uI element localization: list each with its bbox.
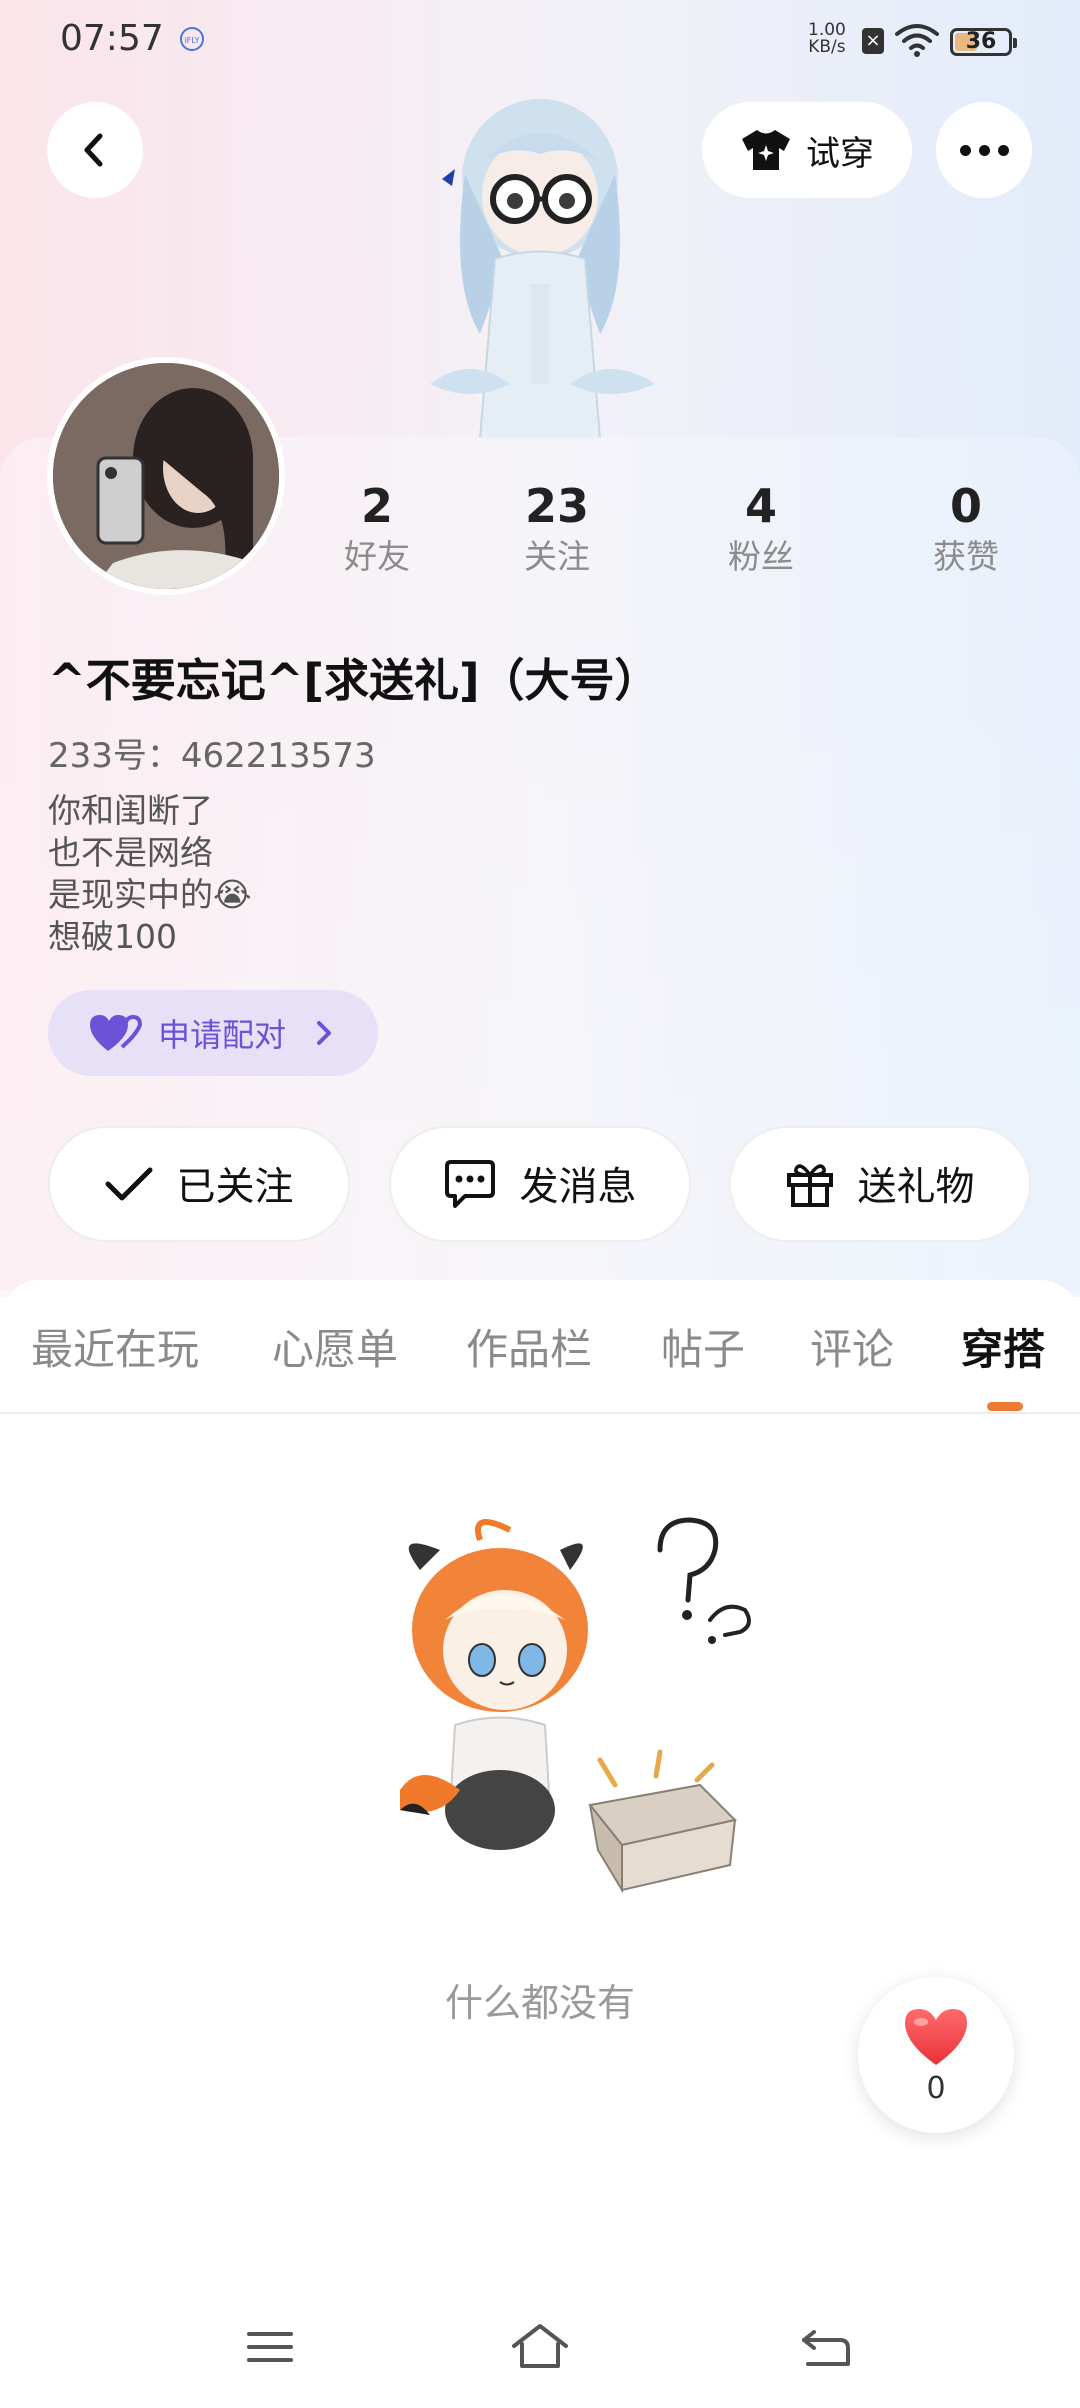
battery-level: 36 [965, 29, 997, 54]
bio-line: 想破100 [48, 917, 177, 956]
bio-line: 你和闺断了 [48, 791, 213, 830]
avatar[interactable] [47, 357, 285, 595]
user-id[interactable]: 233号：462213573 [48, 728, 376, 777]
try-on-label: 试穿 [806, 133, 874, 174]
battery-icon: 36 [950, 28, 1017, 56]
send-gift-button[interactable]: 送礼物 [729, 1126, 1031, 1242]
bio: 你和闺断了 也不是网络 是现实中的😭 想破100 [48, 790, 252, 958]
send-message-label: 发消息 [519, 1165, 637, 1210]
avatar-photo [53, 363, 279, 589]
tshirt-icon [742, 130, 790, 170]
stat-label: 好友 [344, 537, 410, 576]
try-on-button[interactable]: 试穿 [702, 102, 912, 198]
stat-label: 粉丝 [728, 537, 794, 576]
network-speed: 1.00 KB/s [808, 22, 846, 56]
stat-value: 2 [360, 479, 393, 533]
stat-friends[interactable]: 2 好友 [307, 478, 447, 580]
tab-works[interactable]: 作品栏 [466, 1316, 592, 1377]
apply-pair-label: 申请配对 [158, 1016, 287, 1054]
stat-likes[interactable]: 0 获赞 [896, 478, 1036, 580]
chevron-right-icon [317, 1021, 332, 1045]
network-speed-unit: KB/s [808, 37, 846, 57]
home-icon[interactable] [510, 2322, 570, 2372]
followed-button[interactable]: 已关注 [48, 1126, 350, 1242]
more-dots-icon [959, 144, 1009, 156]
more-button[interactable] [936, 102, 1032, 198]
followed-label: 已关注 [176, 1165, 294, 1210]
check-icon [105, 1167, 153, 1201]
chevron-left-icon [84, 133, 103, 167]
status-time: 07:57 [60, 18, 164, 59]
tab-outfits[interactable]: 穿搭 [961, 1316, 1045, 1377]
bio-line: 也不是网络 [48, 833, 213, 872]
back-button[interactable] [47, 102, 143, 198]
like-button[interactable]: 0 [858, 1977, 1014, 2133]
chat-bubble-icon [445, 1160, 496, 1208]
status-bar: 07:57 iFLY 1.00 KB/s × 36 [0, 0, 1080, 80]
stat-value: 0 [949, 479, 982, 533]
system-navigation-bar [0, 2300, 1080, 2408]
avatar-character-image [430, 99, 655, 439]
divider [0, 1412, 1080, 1414]
stat-fans[interactable]: 4 粉丝 [691, 478, 831, 580]
empty-state-illustration [400, 1517, 751, 1894]
send-gift-label: 送礼物 [857, 1165, 975, 1210]
username: ^不要忘记^[求送礼]（大号） [48, 654, 660, 707]
heart-icon [905, 2008, 967, 2065]
tab-comments[interactable]: 评论 [810, 1316, 894, 1377]
tab-posts[interactable]: 帖子 [661, 1316, 745, 1377]
menu-icon[interactable] [245, 2322, 295, 2372]
apply-pair-button[interactable]: 申请配对 [48, 990, 378, 1076]
tab-recently-played[interactable]: 最近在玩 [31, 1316, 199, 1377]
no-sim-icon: × [862, 28, 884, 54]
gift-icon [787, 1164, 834, 1207]
notification-app-icon: iFLY [180, 27, 204, 51]
tab-wishlist[interactable]: 心愿单 [272, 1316, 398, 1377]
stat-label: 关注 [524, 537, 590, 576]
stat-following[interactable]: 23 关注 [487, 478, 627, 580]
wifi-icon [895, 24, 939, 57]
stat-value: 4 [744, 479, 777, 533]
send-message-button[interactable]: 发消息 [389, 1126, 691, 1242]
stat-value: 23 [524, 479, 589, 533]
active-tab-indicator [987, 1402, 1023, 1411]
bio-line: 是现实中的😭 [48, 875, 252, 914]
pair-hearts-icon [90, 1014, 142, 1051]
stat-label: 获赞 [933, 537, 999, 576]
like-count: 0 [926, 2070, 946, 2106]
back-nav-icon[interactable] [798, 2322, 854, 2372]
